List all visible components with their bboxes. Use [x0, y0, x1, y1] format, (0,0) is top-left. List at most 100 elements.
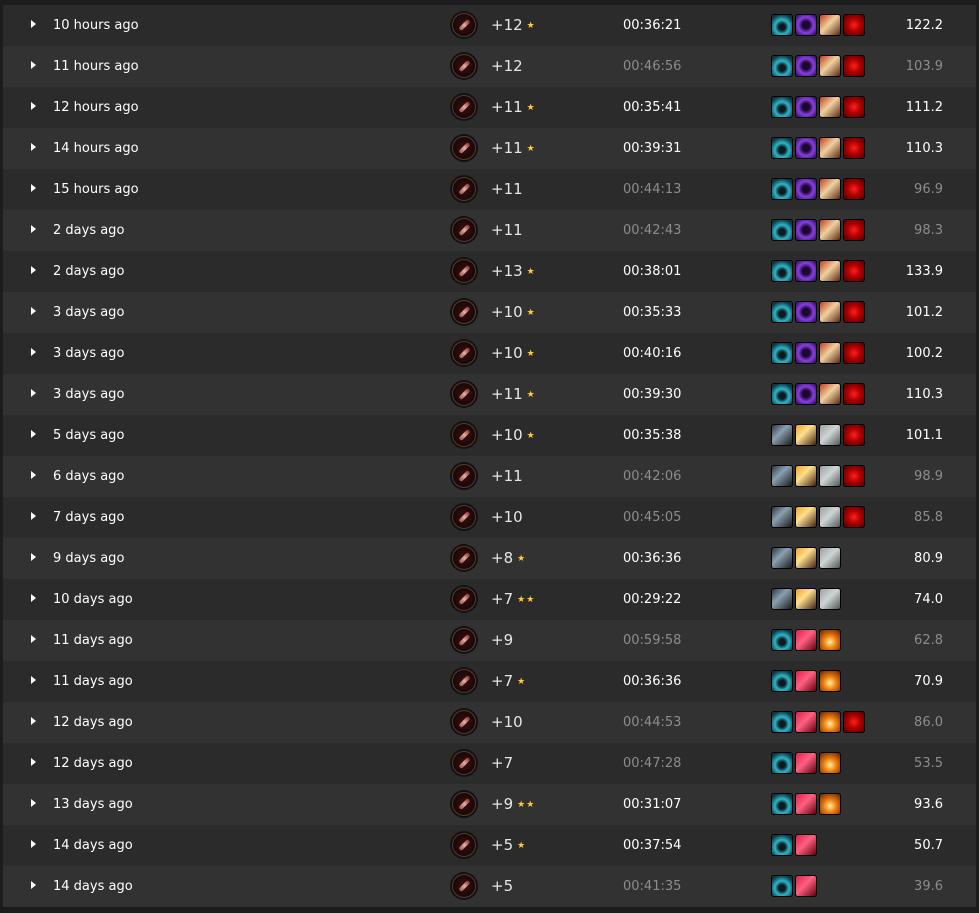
run-row[interactable]: 3 days ago +11 ★ 00:39:30 110.3 [3, 374, 976, 415]
expand-caret-icon[interactable] [31, 594, 36, 602]
run-row[interactable]: 2 days ago +13 ★ 00:38:01 133.9 [3, 251, 976, 292]
dungeon-icon [452, 710, 476, 734]
run-completed-ago: 15 hours ago [53, 182, 139, 197]
expand-caret-icon[interactable] [31, 553, 36, 561]
run-row[interactable]: 6 days ago +11 00:42:06 98.9 [3, 456, 976, 497]
keystone-level: +10 ★ [491, 292, 536, 334]
run-row[interactable]: 11 days ago +7 ★ 00:36:36 70.9 [3, 661, 976, 702]
run-completed-ago: 2 days ago [53, 223, 125, 238]
run-completed-ago: 14 hours ago [53, 141, 139, 156]
run-time: 00:40:16 [623, 346, 682, 361]
tyrannical-affix-icon [796, 261, 816, 281]
expand-caret-icon[interactable] [31, 266, 36, 274]
dungeon-icon [452, 259, 476, 283]
keystone-level-text: +7 [491, 672, 514, 690]
run-completed-ago: 3 days ago [53, 387, 125, 402]
run-completed-ago: 5 days ago [53, 428, 125, 443]
expand-caret-icon[interactable] [31, 348, 36, 356]
keystone-level-text: +10 [491, 508, 523, 526]
run-row[interactable]: 7 days ago +10 00:45:05 85.8 [3, 497, 976, 538]
sanguine-affix-icon [844, 56, 864, 76]
expand-caret-icon[interactable] [31, 717, 36, 725]
run-completed-ago: 3 days ago [53, 305, 125, 320]
run-row[interactable]: 14 days ago +5 00:41:35 39.6 [3, 866, 976, 907]
dungeon-icon [452, 218, 476, 242]
volcanic-affix-icon [820, 712, 840, 732]
run-row[interactable]: 2 days ago +11 00:42:43 98.3 [3, 210, 976, 251]
run-score: 85.8 [914, 510, 943, 525]
expand-caret-icon[interactable] [31, 61, 36, 69]
run-score: 74.0 [914, 592, 943, 607]
expand-caret-icon[interactable] [31, 471, 36, 479]
tyrannical-affix-icon [796, 15, 816, 35]
expand-caret-icon[interactable] [31, 512, 36, 520]
sanguine-affix-icon [844, 15, 864, 35]
expand-caret-icon[interactable] [31, 758, 36, 766]
keystone-level: +10 [491, 702, 523, 743]
run-row[interactable]: 13 days ago +9 ★★ 00:31:07 93.6 [3, 784, 976, 825]
expand-caret-icon[interactable] [31, 225, 36, 233]
expand-caret-icon[interactable] [31, 430, 36, 438]
run-row[interactable]: 10 days ago +7 ★★ 00:29:22 74.0 [3, 579, 976, 620]
run-row[interactable]: 5 days ago +10 ★ 00:35:38 101.1 [3, 415, 976, 456]
run-row[interactable]: 9 days ago +8 ★ 00:36:36 80.9 [3, 538, 976, 579]
tyrannical-affix-icon [796, 302, 816, 322]
run-completed-ago: 9 days ago [53, 551, 125, 566]
stone-affix-icon [820, 425, 840, 445]
run-row[interactable]: 14 hours ago +11 ★ 00:39:31 110.3 [3, 128, 976, 169]
inspiring-affix-icon [820, 343, 840, 363]
flame-affix-icon [796, 425, 816, 445]
run-row[interactable]: 11 hours ago +12 00:46:56 103.9 [3, 46, 976, 87]
tyrannical-affix-icon [796, 56, 816, 76]
run-row[interactable]: 3 days ago +10 ★ 00:35:33 101.2 [3, 292, 976, 333]
run-row[interactable]: 12 days ago +10 00:44:53 86.0 [3, 702, 976, 743]
keystone-level: +11 ★ [491, 87, 536, 129]
keystone-level: +9 ★★ [491, 784, 535, 826]
run-row[interactable]: 14 days ago +5 ★ 00:37:54 50.7 [3, 825, 976, 866]
fortified-affix-icon [772, 835, 792, 855]
flame-affix-icon [796, 589, 816, 609]
upgrade-stars: ★ [526, 308, 536, 318]
run-completed-ago: 14 days ago [53, 838, 133, 853]
run-row[interactable]: 11 days ago +9 00:59:58 62.8 [3, 620, 976, 661]
dungeon-icon [452, 751, 476, 775]
run-completed-ago: 13 days ago [53, 797, 133, 812]
dungeon-icon [452, 423, 476, 447]
expand-caret-icon[interactable] [31, 102, 36, 110]
expand-caret-icon[interactable] [31, 143, 36, 151]
inspiring-affix-icon [820, 56, 840, 76]
bolster-affix-icon [796, 753, 816, 773]
run-row[interactable]: 10 hours ago +12 ★ 00:36:21 122.2 [3, 5, 976, 46]
upgrade-stars: ★ [526, 103, 536, 113]
expand-caret-icon[interactable] [31, 307, 36, 315]
expand-caret-icon[interactable] [31, 389, 36, 397]
keystone-level-text: +7 [491, 754, 514, 772]
stone-affix-icon [820, 548, 840, 568]
run-score: 93.6 [914, 797, 943, 812]
fortified-affix-icon [772, 220, 792, 240]
dungeon-icon [452, 669, 476, 693]
run-score: 111.2 [905, 100, 943, 115]
run-completed-ago: 11 days ago [53, 674, 133, 689]
expand-caret-icon[interactable] [31, 799, 36, 807]
run-score: 80.9 [914, 551, 943, 566]
sanguine-affix-icon [844, 261, 864, 281]
run-time: 00:36:21 [623, 18, 682, 33]
inspiring-affix-icon [820, 384, 840, 404]
sanguine-affix-icon [844, 220, 864, 240]
keystone-level-text: +11 [491, 385, 523, 403]
expand-caret-icon[interactable] [31, 840, 36, 848]
sanguine-affix-icon [844, 138, 864, 158]
dungeon-icon [452, 177, 476, 201]
run-row[interactable]: 15 hours ago +11 00:44:13 96.9 [3, 169, 976, 210]
run-row[interactable]: 12 days ago +7 00:47:28 53.5 [3, 743, 976, 784]
dungeon-icon [452, 95, 476, 119]
expand-caret-icon[interactable] [31, 635, 36, 643]
expand-caret-icon[interactable] [31, 676, 36, 684]
expand-caret-icon[interactable] [31, 20, 36, 28]
run-row[interactable]: 12 hours ago +11 ★ 00:35:41 111.2 [3, 87, 976, 128]
expand-caret-icon[interactable] [31, 881, 36, 889]
expand-caret-icon[interactable] [31, 184, 36, 192]
inspiring-affix-icon [820, 179, 840, 199]
run-row[interactable]: 3 days ago +10 ★ 00:40:16 100.2 [3, 333, 976, 374]
